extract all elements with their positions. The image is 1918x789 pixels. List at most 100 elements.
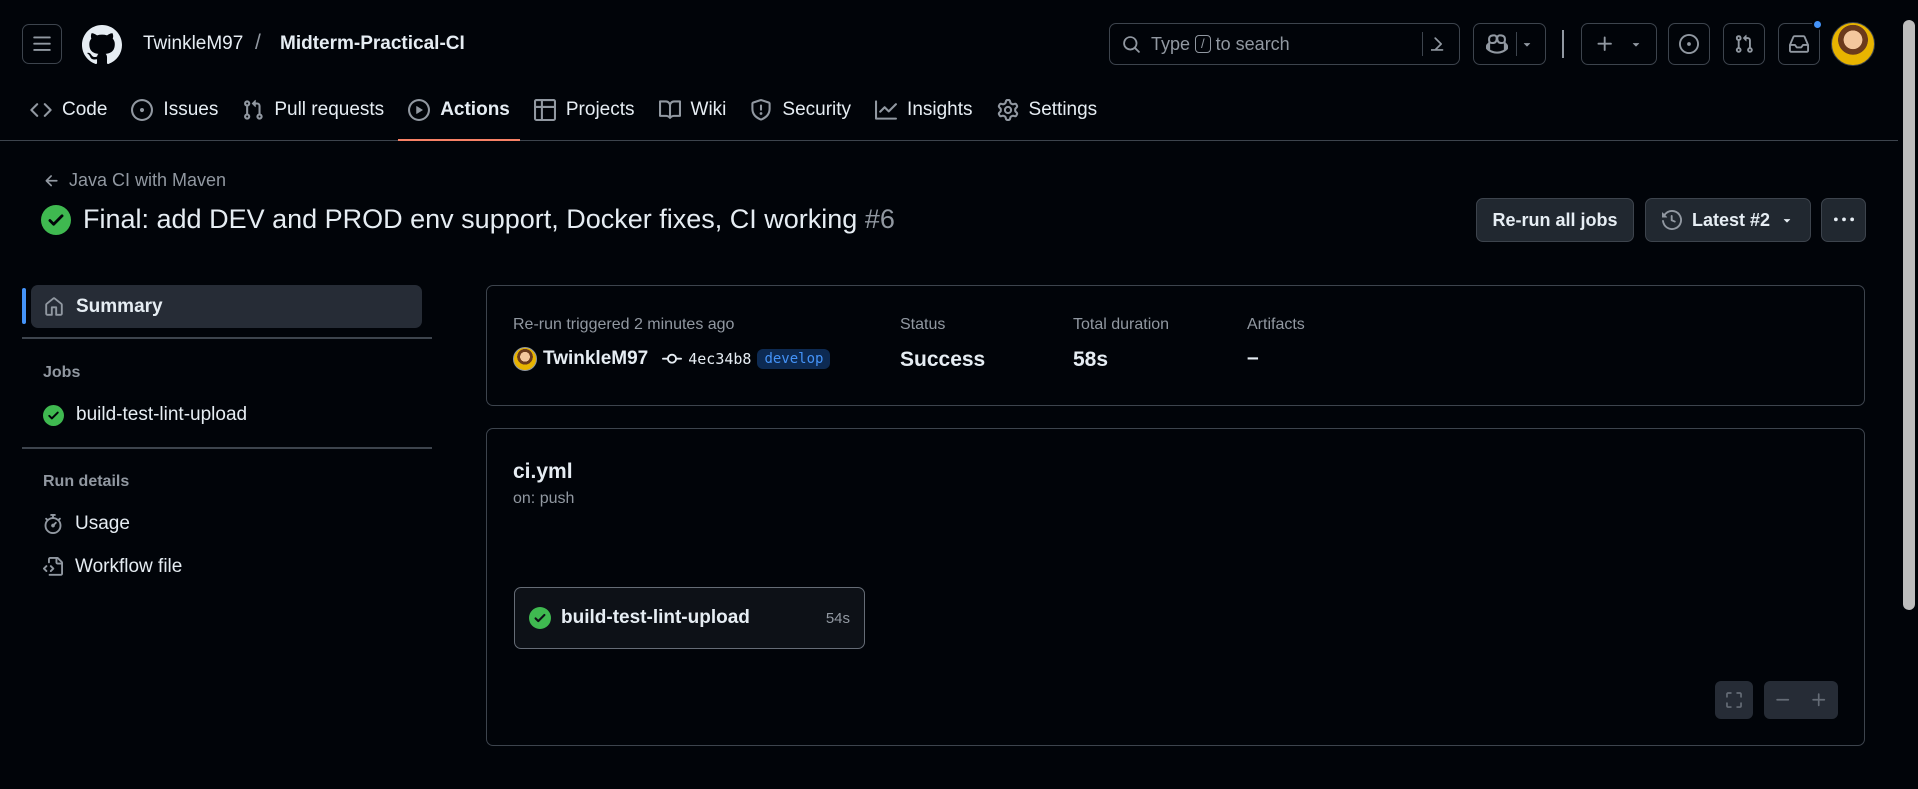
breadcrumb-repo[interactable]: Midterm-Practical-CI xyxy=(280,33,465,55)
kebab-horizontal-icon xyxy=(1833,217,1854,222)
check-circle-fill-icon xyxy=(43,404,64,426)
tab-projects[interactable]: Projects xyxy=(524,88,645,132)
job-node-label: build-test-lint-upload xyxy=(561,607,750,628)
duration-label: Total duration xyxy=(1073,316,1170,333)
tab-issues[interactable]: Issues xyxy=(121,88,228,132)
commit-sha-link[interactable]: 4ec34b8 xyxy=(688,350,751,368)
zoom-in-button[interactable] xyxy=(1810,691,1828,709)
dash-icon xyxy=(1776,698,1790,701)
artifacts-label: Artifacts xyxy=(1247,316,1305,333)
check-circle-fill-icon xyxy=(529,607,551,629)
zoom-out-button[interactable] xyxy=(1774,691,1792,709)
table-icon xyxy=(533,99,556,121)
search-input[interactable]: Type / to search xyxy=(1109,23,1460,65)
tab-label: Code xyxy=(62,99,108,120)
tab-label: Issues xyxy=(163,99,219,120)
tab-label: Settings xyxy=(1028,99,1098,120)
breadcrumb-owner[interactable]: TwinkleM97 xyxy=(143,33,243,55)
pull-request-icon xyxy=(244,99,263,120)
active-indicator xyxy=(22,288,26,324)
plus-icon xyxy=(1597,36,1612,51)
jobs-heading: Jobs xyxy=(43,364,81,381)
user-avatar[interactable] xyxy=(1831,22,1875,66)
actor-name[interactable]: TwinkleM97 xyxy=(543,348,648,370)
tab-pull-requests[interactable]: Pull requests xyxy=(232,88,394,132)
sidebar-summary-label: Summary xyxy=(76,295,163,317)
sidebar-job-label: build-test-lint-upload xyxy=(76,404,248,425)
zoom-controls xyxy=(1764,681,1838,719)
screen-full-icon xyxy=(1726,692,1742,708)
tab-insights[interactable]: Insights xyxy=(865,88,982,132)
sidebar-item-summary[interactable]: Summary xyxy=(31,285,422,328)
sidebar-usage-label: Usage xyxy=(75,513,130,534)
fullscreen-button[interactable] xyxy=(1715,681,1753,719)
breadcrumb-separator: / xyxy=(255,31,261,54)
plus-icon xyxy=(1812,693,1826,707)
back-to-workflow-link[interactable]: Java CI with Maven xyxy=(43,170,226,191)
search-icon xyxy=(1123,35,1140,53)
file-code-icon xyxy=(43,557,63,576)
artifacts-value: – xyxy=(1247,346,1259,369)
menu-button[interactable] xyxy=(22,24,62,64)
home-icon xyxy=(45,296,63,316)
chevron-down-icon xyxy=(1783,219,1791,223)
tab-label: Actions xyxy=(440,99,510,120)
tab-label: Insights xyxy=(907,99,973,120)
issues-shortcut-button[interactable] xyxy=(1668,23,1710,65)
hamburger-icon xyxy=(33,36,51,51)
trigger-label: Re-run triggered 2 minutes ago xyxy=(513,316,735,333)
run-details-heading: Run details xyxy=(43,473,130,490)
sidebar-workflow-file-label: Workflow file xyxy=(75,556,183,577)
page-scrollbar-thumb[interactable] xyxy=(1903,20,1915,610)
more-options-button[interactable] xyxy=(1821,198,1866,242)
duration-value: 58s xyxy=(1073,348,1109,371)
git-commit-icon xyxy=(662,353,683,364)
sidebar-item-workflow-file[interactable]: Workflow file xyxy=(43,556,182,578)
sidebar-divider xyxy=(22,447,432,449)
rerun-all-jobs-label: Re-run all jobs xyxy=(1492,209,1618,230)
actor-avatar[interactable] xyxy=(513,347,537,371)
shield-icon xyxy=(751,99,772,121)
book-icon xyxy=(658,100,681,119)
code-icon xyxy=(30,103,52,117)
tab-code[interactable]: Code xyxy=(20,88,117,132)
tab-security[interactable]: Security xyxy=(740,88,861,132)
workflow-trigger: on: push xyxy=(513,490,575,507)
status-value: Success xyxy=(900,348,986,371)
attempt-selector-label: Latest #2 xyxy=(1691,209,1771,230)
search-placeholder-suffix: to search xyxy=(1215,33,1290,54)
pull-requests-shortcut-button[interactable] xyxy=(1723,23,1765,65)
search-shortcut-key: / xyxy=(1195,35,1211,53)
job-node-duration: 54s xyxy=(825,609,850,627)
inbox-icon xyxy=(1789,35,1809,53)
arrow-left-icon xyxy=(45,174,58,186)
job-node[interactable]: build-test-lint-upload 54s xyxy=(514,587,865,649)
sidebar-item-job[interactable]: build-test-lint-upload xyxy=(43,404,247,426)
tab-settings[interactable]: Settings xyxy=(987,88,1108,132)
github-logo-icon[interactable] xyxy=(82,25,122,65)
branch-label[interactable]: develop xyxy=(757,349,831,369)
inbox-button[interactable] xyxy=(1778,23,1820,65)
gear-icon xyxy=(997,99,1018,121)
check-circle-fill-icon xyxy=(41,204,71,235)
workflow-file-name: ci.yml xyxy=(513,460,573,483)
chevron-down-icon xyxy=(1523,43,1530,47)
tab-label: Security xyxy=(782,99,852,120)
rerun-all-jobs-button[interactable]: Re-run all jobs xyxy=(1476,198,1634,242)
tab-wiki[interactable]: Wiki xyxy=(649,88,737,132)
command-palette-icon[interactable] xyxy=(1422,32,1449,56)
sidebar-item-usage[interactable]: Usage xyxy=(43,513,130,535)
attempt-selector-button[interactable]: Latest #2 xyxy=(1645,198,1811,242)
search-placeholder-prefix: Type xyxy=(1151,33,1191,54)
trigger-actor-row: TwinkleM97 4ec34b8 develop xyxy=(513,347,831,371)
run-summary-card xyxy=(486,285,1865,406)
pull-request-icon xyxy=(1735,34,1753,53)
create-new-button[interactable] xyxy=(1581,23,1657,65)
run-title: Final: add DEV and PROD env support, Doc… xyxy=(41,204,895,235)
tab-label: Projects xyxy=(565,99,635,120)
tab-label: Pull requests xyxy=(274,99,385,120)
graph-icon xyxy=(875,100,898,120)
tab-actions[interactable]: Actions xyxy=(398,88,520,141)
header-divider xyxy=(1562,30,1564,58)
copilot-button[interactable] xyxy=(1473,23,1546,65)
